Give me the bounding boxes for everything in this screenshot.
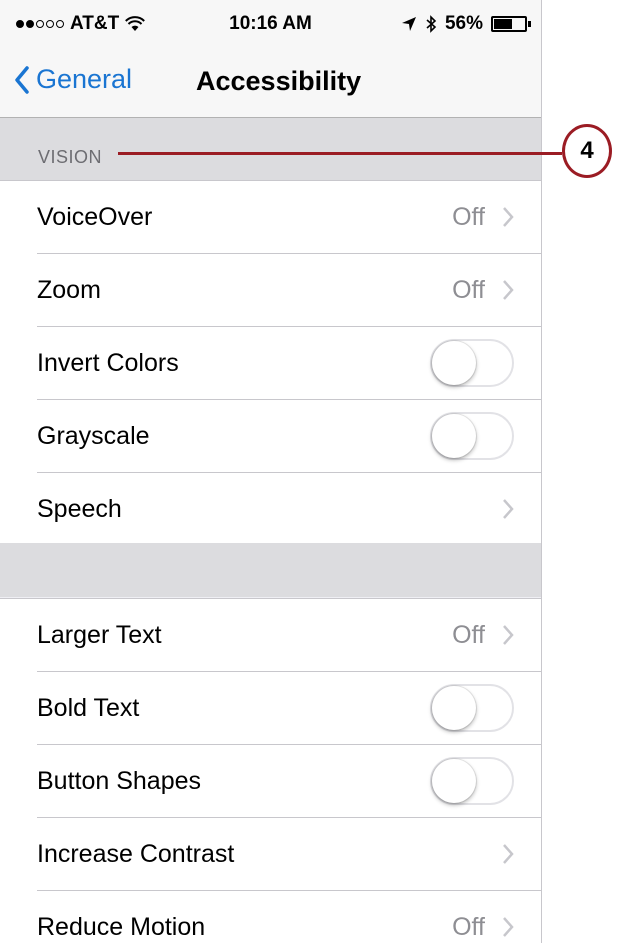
row-label: Grayscale xyxy=(37,422,150,450)
row-increase-contrast[interactable]: Increase Contrast xyxy=(37,818,541,891)
text-settings-group: Larger Text Off Bold Text Button Shapes … xyxy=(0,598,541,943)
row-label: Larger Text xyxy=(37,621,162,649)
row-invert-colors: Invert Colors xyxy=(37,327,541,400)
chevron-left-icon xyxy=(15,65,29,94)
callout-number-badge: 4 xyxy=(562,124,612,178)
row-label: Zoom xyxy=(37,276,101,304)
row-bold-text: Bold Text xyxy=(37,672,541,745)
row-label: Reduce Motion xyxy=(37,913,206,941)
row-value: Off xyxy=(452,276,485,304)
back-button-label: General xyxy=(36,64,133,94)
chevron-right-icon xyxy=(503,844,514,864)
toggle-knob xyxy=(432,341,476,385)
chevron-right-icon xyxy=(503,917,514,937)
section-header-vision: VISION xyxy=(0,118,541,181)
grayscale-toggle[interactable] xyxy=(430,412,514,460)
row-button-shapes: Button Shapes xyxy=(37,745,541,818)
callout-line xyxy=(118,152,562,155)
row-label: Bold Text xyxy=(37,694,140,722)
chevron-right-icon xyxy=(503,625,514,645)
row-speech[interactable]: Speech xyxy=(37,473,541,545)
button-shapes-toggle[interactable] xyxy=(430,757,514,805)
row-reduce-motion[interactable]: Reduce Motion Off xyxy=(37,891,541,943)
toggle-knob xyxy=(432,686,476,730)
toggle-knob xyxy=(432,759,476,803)
row-label: VoiceOver xyxy=(37,203,153,231)
invert-colors-toggle[interactable] xyxy=(430,339,514,387)
page-title: Accessibility xyxy=(196,66,362,96)
bold-text-toggle[interactable] xyxy=(430,684,514,732)
row-value: Off xyxy=(452,621,485,649)
bluetooth-icon xyxy=(426,15,437,33)
location-arrow-icon xyxy=(401,17,416,31)
chevron-right-icon xyxy=(503,499,514,519)
chevron-right-icon xyxy=(503,280,514,300)
row-larger-text[interactable]: Larger Text Off xyxy=(37,599,541,672)
row-voiceover[interactable]: VoiceOver Off xyxy=(37,181,541,254)
row-zoom[interactable]: Zoom Off xyxy=(37,254,541,327)
phone-screen: AT&T 10:16 AM 56% General Accessibility … xyxy=(0,0,542,943)
status-bar: AT&T 10:16 AM 56% xyxy=(0,0,541,44)
row-label: Speech xyxy=(37,495,122,523)
section-spacer xyxy=(0,543,541,597)
navigation-bar: General Accessibility xyxy=(0,44,541,118)
vision-settings-group: VoiceOver Off Zoom Off Invert Colors Gra… xyxy=(0,180,541,546)
section-header-label: VISION xyxy=(38,147,103,167)
chevron-right-icon xyxy=(503,207,514,227)
battery-percent: 56% xyxy=(444,13,483,34)
row-label: Button Shapes xyxy=(37,767,202,795)
row-grayscale: Grayscale xyxy=(37,400,541,473)
back-button[interactable]: General xyxy=(14,64,132,95)
row-label: Increase Contrast xyxy=(37,840,235,868)
battery-icon xyxy=(491,16,531,32)
toggle-knob xyxy=(432,414,476,458)
row-value: Off xyxy=(452,913,485,941)
row-label: Invert Colors xyxy=(37,349,179,377)
row-value: Off xyxy=(452,203,485,231)
